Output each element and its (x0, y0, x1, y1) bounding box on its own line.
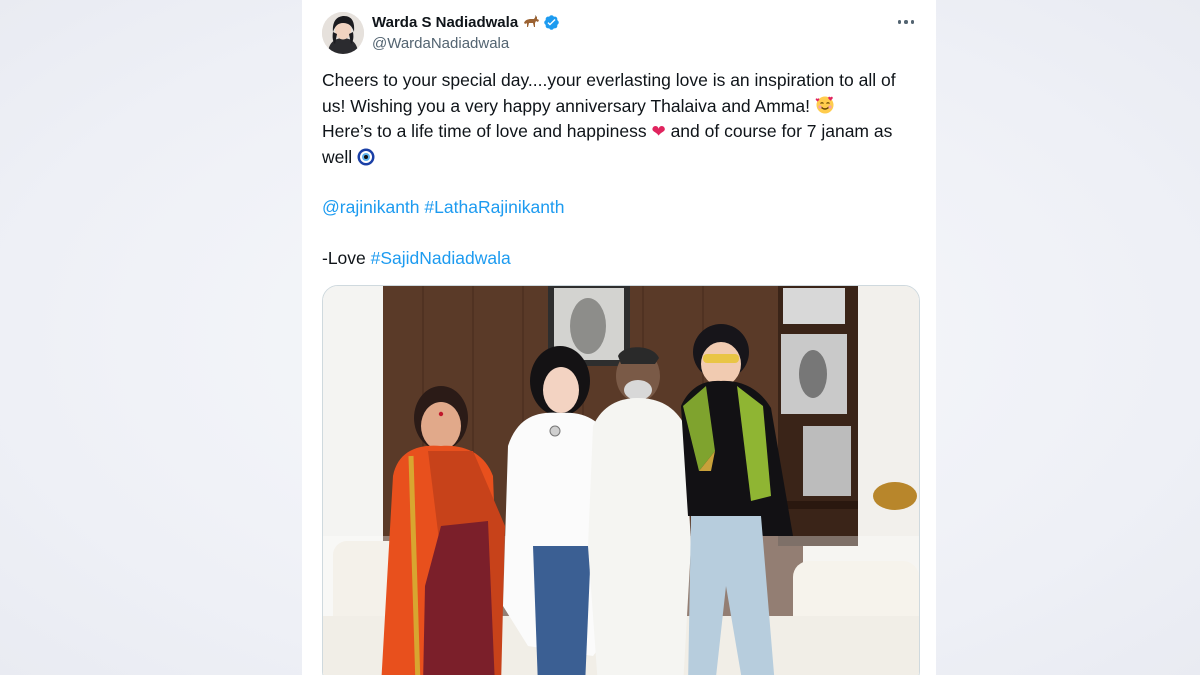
author-name-row: Warda S Nadiadwala (372, 12, 560, 32)
tweet-card: Warda S Nadiadwala @WardaNadiadwala Chee… (302, 0, 936, 675)
hashtag-link-latharajinikanth[interactable]: #LathaRajinikanth (424, 197, 564, 217)
verified-badge-icon[interactable] (543, 14, 560, 31)
avatar-image (322, 12, 364, 54)
red-heart-icon: ❤ (651, 122, 666, 141)
tweet-text: Cheers to your special day....your everl… (322, 68, 916, 271)
tweet-paragraph-3: -Love #SajidNadiadwala (322, 246, 916, 272)
author-display-name[interactable]: Warda S Nadiadwala (372, 14, 518, 31)
tweet-paragraph-2: @rajinikanth #LathaRajinikanth (322, 195, 916, 221)
hashtag-link-sajidnadiadwala[interactable]: #SajidNadiadwala (371, 248, 511, 268)
smiling-face-with-hearts-icon (815, 95, 835, 115)
horse-icon (522, 14, 540, 31)
author-block: Warda S Nadiadwala @WardaNadiadwala (372, 12, 560, 52)
tweet-line-1: Cheers to your special day....your everl… (322, 70, 896, 116)
tweet-photo[interactable] (322, 285, 920, 675)
love-prefix: -Love (322, 247, 371, 268)
tweet-paragraph-1: Cheers to your special day....your everl… (322, 68, 916, 170)
author-avatar[interactable] (322, 12, 364, 54)
mention-link-rajinikanth[interactable]: @rajinikanth (322, 197, 420, 217)
more-options-icon[interactable] (894, 12, 918, 32)
author-handle[interactable]: @WardaNadiadwala (372, 35, 560, 52)
tweet-line-2: Here’s to a life time of love and happin… (322, 121, 652, 141)
photo-image (323, 286, 919, 675)
nazar-amulet-icon (357, 148, 375, 166)
